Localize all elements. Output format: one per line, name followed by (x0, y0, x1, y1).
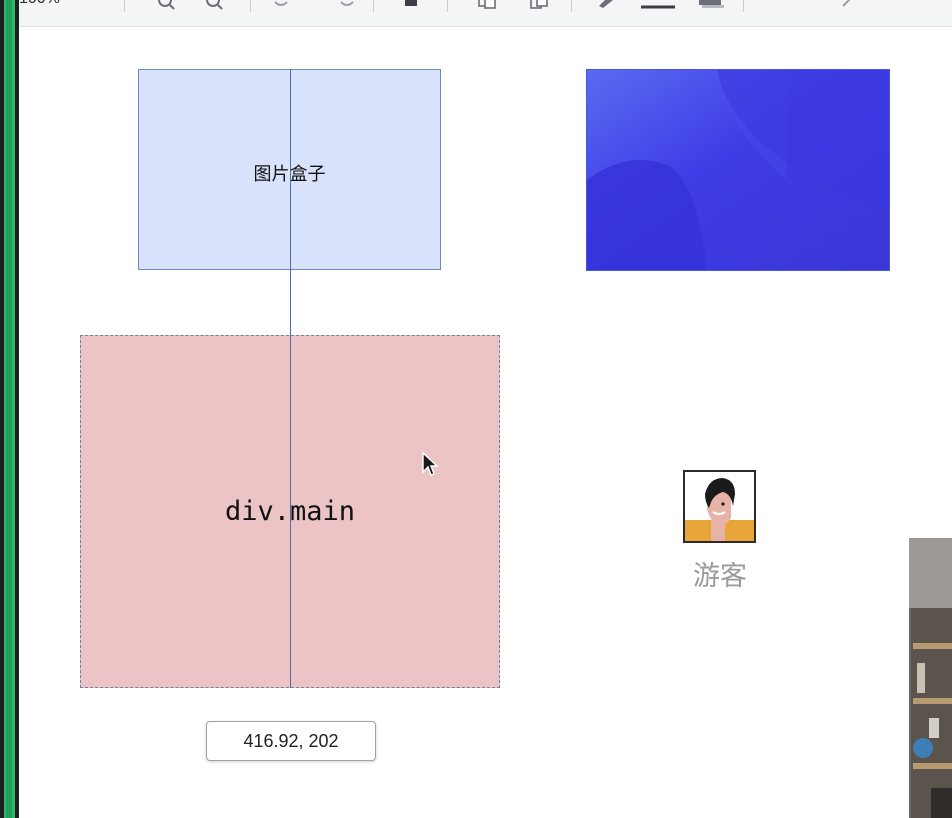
shadow-icon[interactable] (697, 0, 727, 10)
copy-icon[interactable] (477, 0, 497, 10)
fill-icon[interactable] (403, 0, 419, 8)
toolbar: 100% (19, 0, 952, 27)
webcam-thumbnail (909, 538, 952, 818)
toolbar-separator (743, 0, 744, 12)
alignment-guide (290, 69, 291, 688)
help-icon[interactable] (837, 0, 857, 10)
toolbar-separator (373, 0, 374, 12)
left-rail (0, 0, 19, 818)
zoom-level[interactable]: 100% (19, 0, 60, 8)
avatar-name: 游客 (693, 561, 747, 592)
user-avatar-icon (685, 472, 754, 541)
toolbar-separator (250, 0, 251, 12)
toolbar-separator (124, 0, 125, 12)
zoom-out-icon[interactable] (157, 0, 177, 12)
stroke-icon[interactable] (639, 0, 677, 10)
toolbar-separator (571, 0, 572, 12)
blue-image[interactable] (586, 69, 890, 271)
coordinate-tooltip: 416.92, 202 (206, 721, 376, 761)
blue-image-graphic (587, 70, 889, 270)
toolbar-separator (447, 0, 448, 12)
active-indicator-inner (6, 0, 12, 818)
line-color-icon[interactable] (597, 0, 619, 10)
zoom-in-icon[interactable] (205, 0, 225, 12)
avatar[interactable] (683, 470, 756, 543)
paste-icon[interactable] (529, 0, 549, 10)
redo-icon[interactable] (339, 0, 355, 8)
webcam-image (909, 538, 952, 818)
undo-icon[interactable] (273, 0, 289, 8)
mouse-cursor-icon (422, 452, 439, 476)
editor-window: 100% (0, 0, 952, 818)
